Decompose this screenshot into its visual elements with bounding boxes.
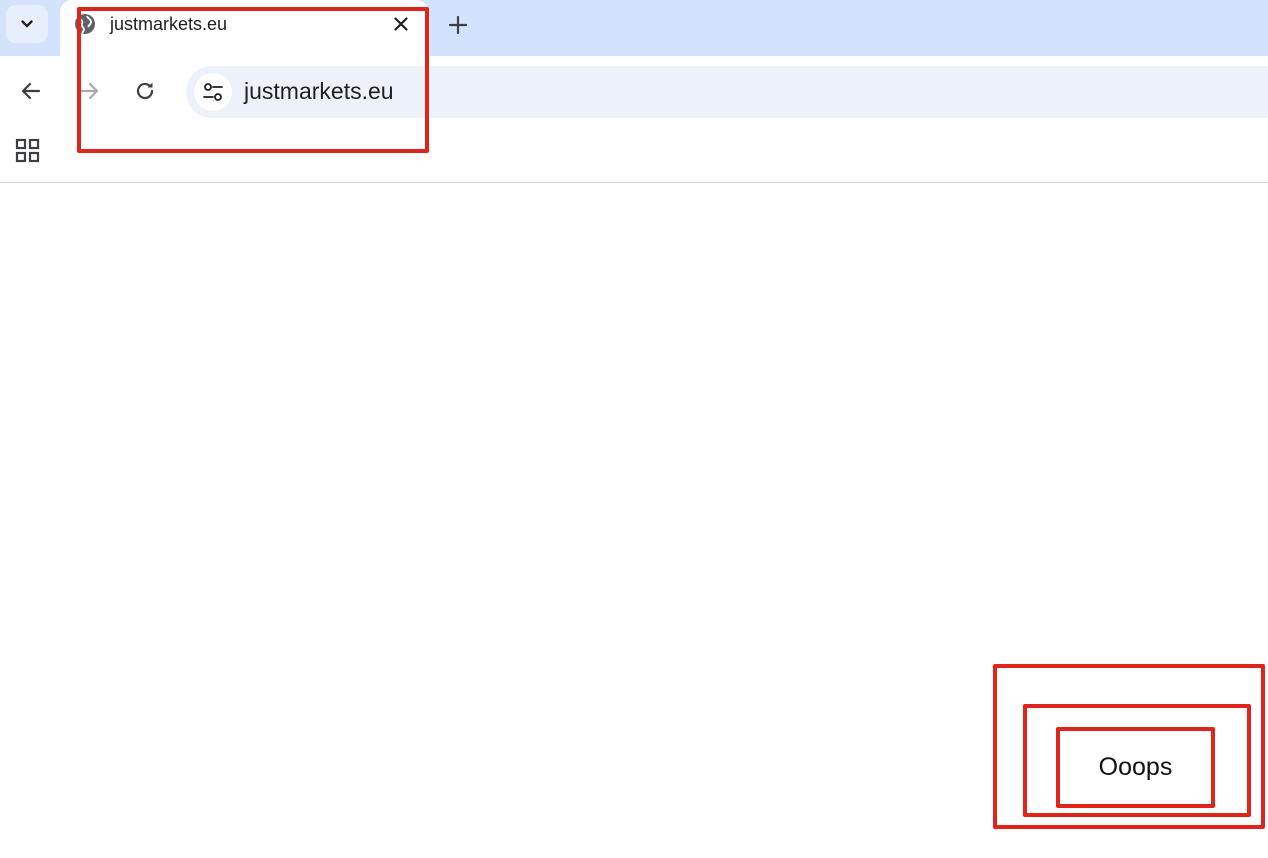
reload-button[interactable]: [130, 76, 160, 106]
chevron-down-icon: [21, 20, 33, 28]
apps-grid-icon[interactable]: [15, 138, 41, 164]
address-bar-url: justmarkets.eu: [244, 78, 394, 104]
globe-icon: [75, 14, 95, 34]
new-tab-button[interactable]: [444, 11, 472, 39]
back-button[interactable]: [16, 76, 46, 106]
tune-icon: [203, 83, 223, 101]
arrow-right-icon: [79, 82, 99, 100]
close-icon: [394, 17, 408, 31]
tab-title: justmarkets.eu: [110, 14, 228, 34]
bookmarks-bar: [0, 126, 1268, 183]
tab-strip: justmarkets.eu: [0, 0, 1268, 56]
ooops-button[interactable]: Ooops: [1060, 731, 1211, 804]
toolbar: justmarkets.eu: [0, 56, 1268, 126]
arrow-left-icon: [21, 82, 41, 100]
address-bar[interactable]: justmarkets.eu: [186, 66, 1268, 118]
reload-icon: [136, 82, 154, 100]
tab-close-button[interactable]: [390, 13, 412, 35]
plus-icon: [448, 15, 468, 35]
tab-search-button[interactable]: [6, 5, 48, 43]
site-info-button[interactable]: [194, 73, 232, 111]
tab-active[interactable]: justmarkets.eu: [60, 0, 428, 56]
browser-window: justmarkets.eu justmarkets.eu Ooops: [0, 0, 1268, 858]
forward-button[interactable]: [74, 76, 104, 106]
